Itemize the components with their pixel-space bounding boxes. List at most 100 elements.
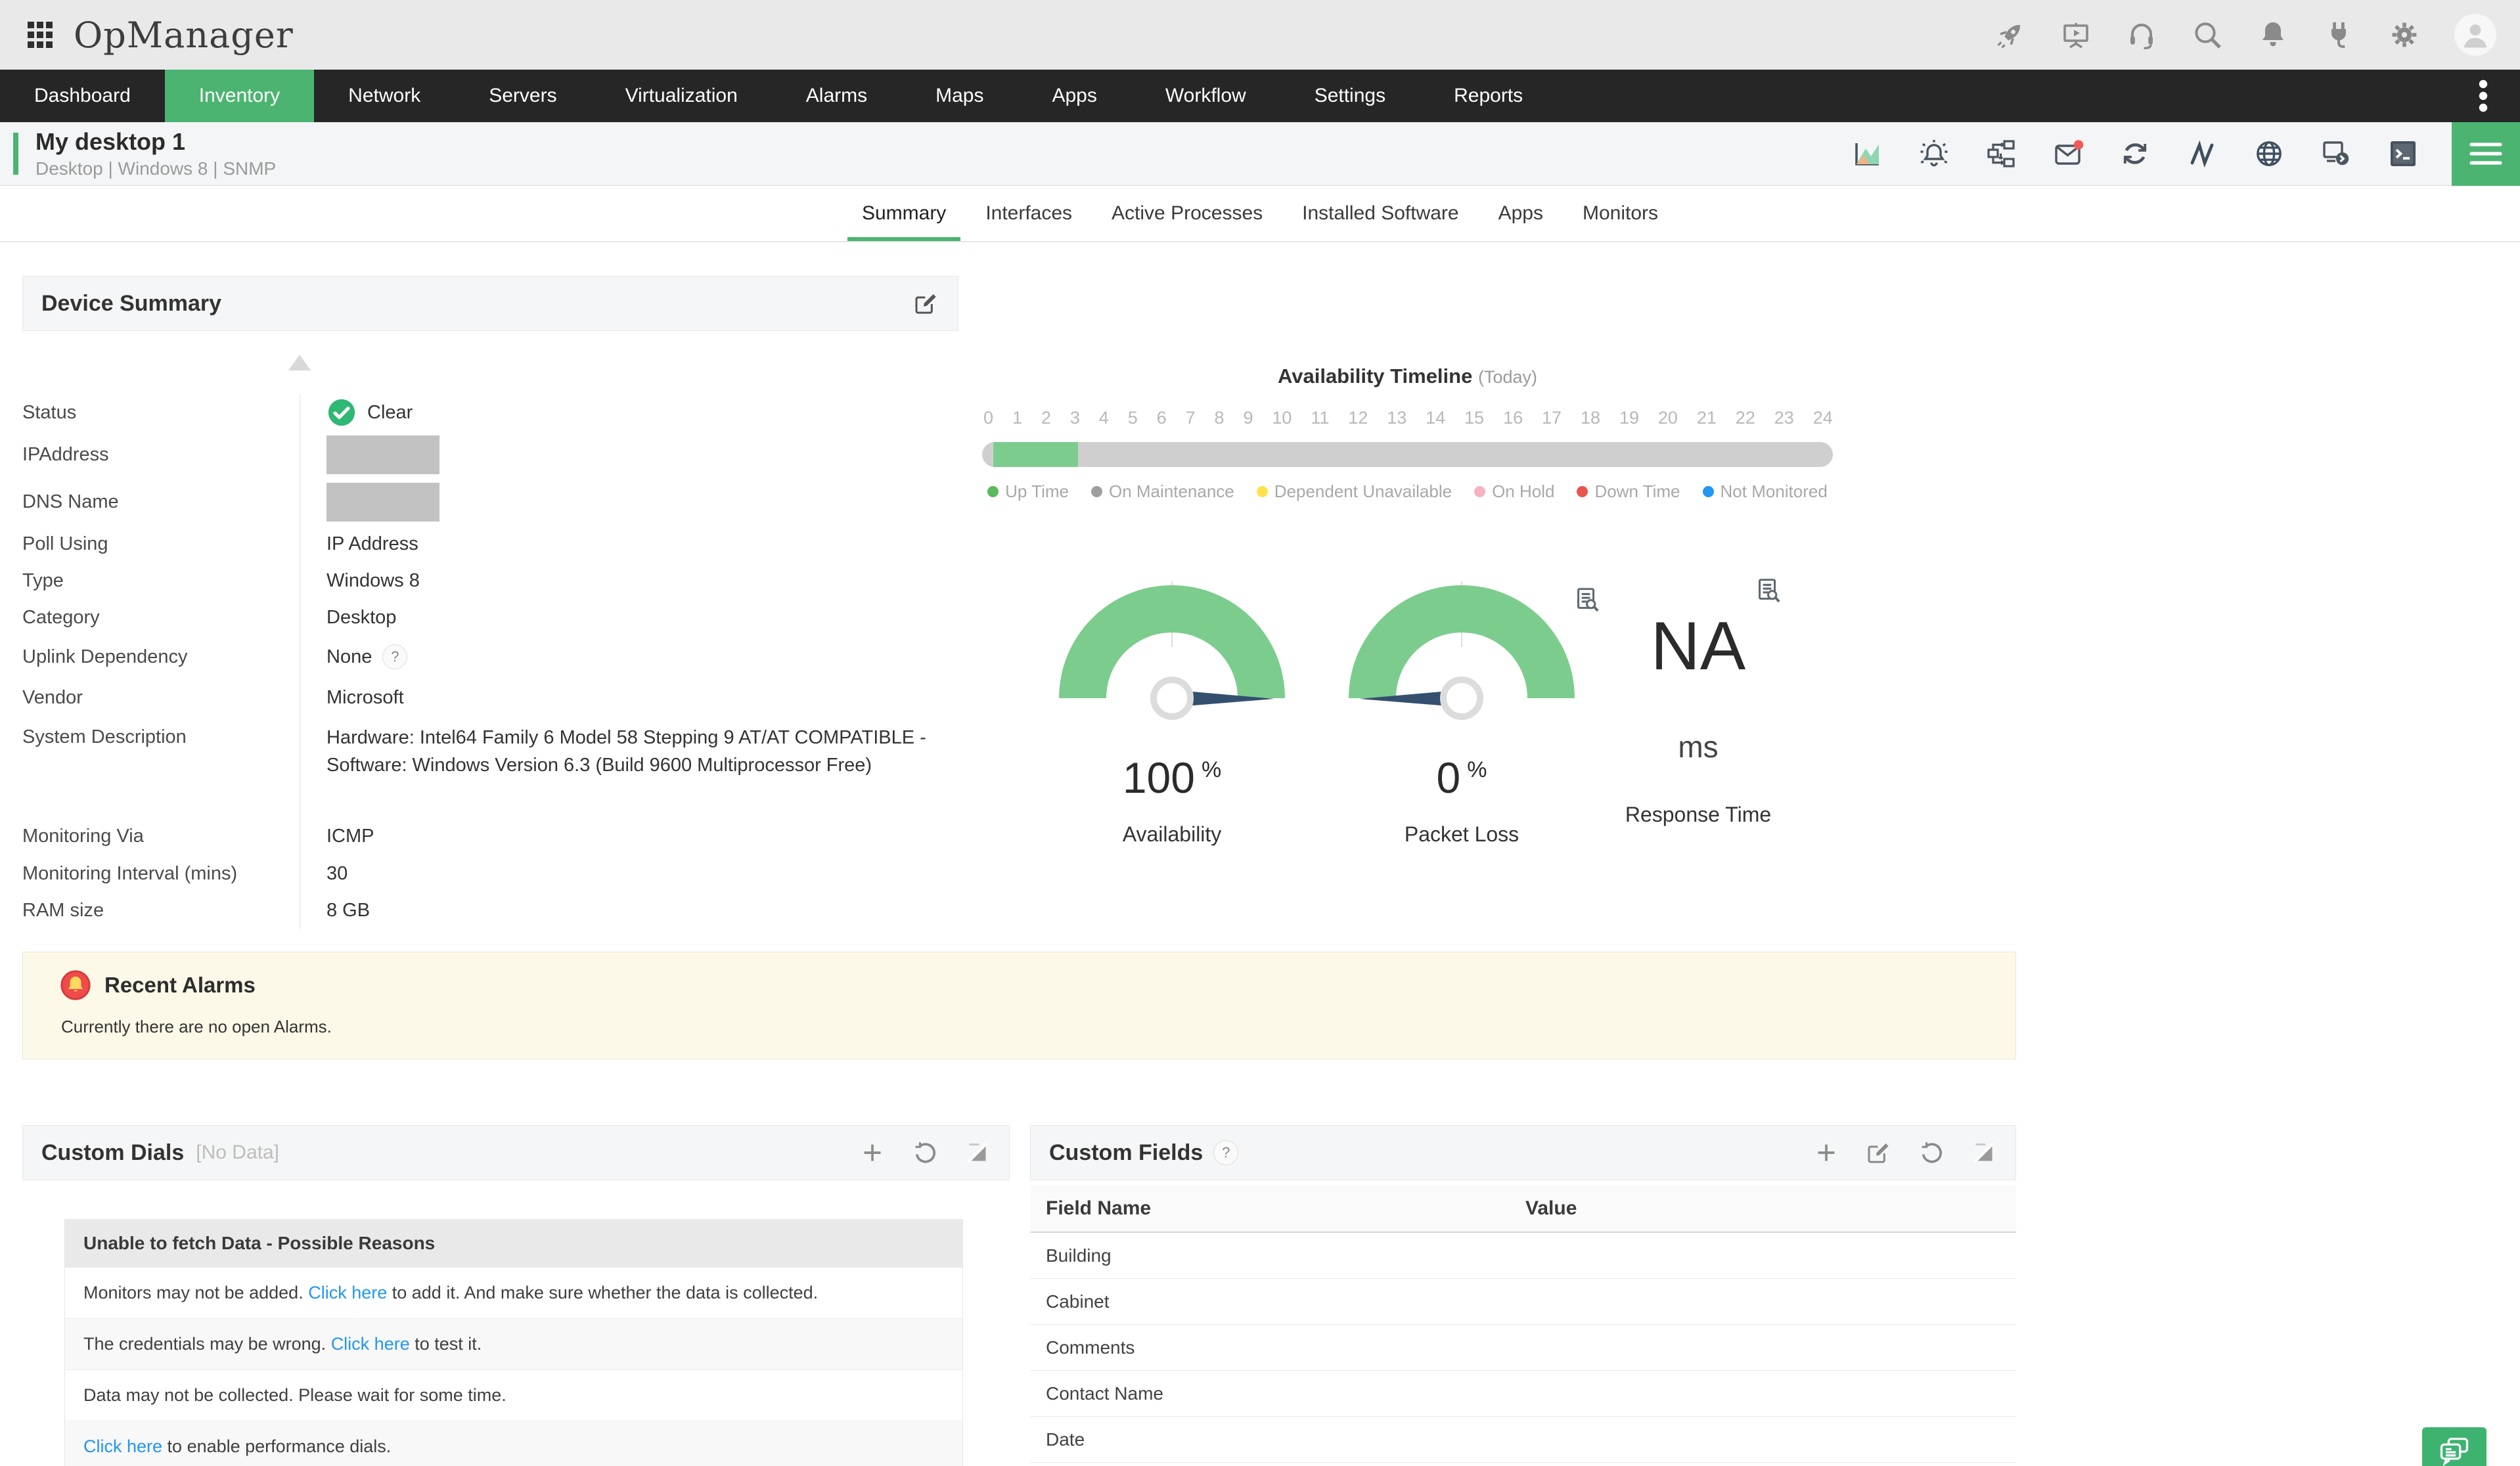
workflow-diagram-icon[interactable] [1985, 138, 2017, 169]
uplink-help-icon[interactable]: ? [382, 644, 408, 669]
nav-tab-inventory[interactable]: Inventory [164, 70, 315, 122]
response-time-widget: NA ms Response Time [1590, 571, 1807, 827]
timeline-tick: 4 [1098, 408, 1109, 428]
timeline-tick: 13 [1387, 408, 1407, 428]
device-summary-panel: Device Summary Status Clear IPAddress DN… [22, 276, 958, 971]
nav-tab-alarms[interactable]: Alarms [772, 70, 901, 122]
availability-label: Availability [1122, 822, 1222, 846]
nav-tab-virtualization[interactable]: Virtualization [591, 70, 772, 122]
timeline-legend: Up Time On Maintenance Dependent Unavail… [982, 481, 1833, 502]
latency-wave-icon[interactable] [2186, 138, 2218, 169]
timeline-tick: 12 [1348, 408, 1368, 428]
nav-overflow-kebab-icon[interactable] [2470, 70, 2496, 122]
terminal-icon[interactable] [2387, 138, 2419, 169]
device-header: My desktop 1 Desktop | Windows 8 | SNMP [0, 122, 2520, 186]
field-label: Category [22, 606, 100, 628]
availability-unit: % [1201, 757, 1222, 782]
collapse-fields-icon[interactable] [1971, 1140, 1997, 1166]
timeline-bar[interactable] [982, 442, 1833, 467]
timeline-tick: 21 [1696, 408, 1717, 428]
nav-tab-network[interactable]: Network [314, 70, 455, 122]
click-here-enable-dials-link[interactable]: Click here [83, 1436, 162, 1456]
device-title: My desktop 1 [35, 128, 186, 156]
nav-tab-dashboard[interactable]: Dashboard [0, 70, 165, 122]
table-row[interactable]: Contact Name [1030, 1371, 2016, 1417]
field-value: Microsoft [326, 686, 404, 708]
add-dial-icon[interactable] [859, 1140, 886, 1166]
custom-fields-help-icon[interactable]: ? [1213, 1140, 1239, 1165]
device-subtabs: Summary Interfaces Active Processes Inst… [0, 186, 2520, 242]
packet-loss-report-icon[interactable] [1571, 585, 1602, 615]
demo-presentation-icon[interactable] [2060, 19, 2092, 51]
timeline-tick: 10 [1272, 408, 1292, 428]
dials-error-row: Click here to enable performance dials. [65, 1421, 962, 1466]
table-row[interactable]: Cabinet [1030, 1279, 2016, 1325]
device-menu-button[interactable] [2452, 122, 2520, 186]
chat-feedback-button[interactable] [2422, 1427, 2486, 1466]
legend-dependent-unavailable: Dependent Unavailable [1256, 481, 1452, 502]
nav-tab-servers[interactable]: Servers [455, 70, 591, 122]
settings-gear-icon[interactable] [2389, 19, 2420, 51]
packet-loss-label: Packet Loss [1404, 822, 1519, 846]
remote-session-icon[interactable] [2320, 138, 2352, 169]
table-row[interactable]: Building [1030, 1233, 2016, 1279]
field-label: IPAddress [22, 443, 109, 465]
web-globe-icon[interactable] [2253, 138, 2285, 169]
table-row[interactable]: Comments [1030, 1325, 2016, 1371]
topbar: OpManager [0, 0, 2520, 70]
nav-tab-apps[interactable]: Apps [1018, 70, 1131, 122]
legend-up-time: Up Time [987, 481, 1069, 502]
support-headset-icon[interactable] [2126, 19, 2157, 51]
subtab-active-processes[interactable]: Active Processes [1092, 186, 1282, 241]
response-time-report-icon[interactable] [1753, 576, 1783, 606]
nav-tab-maps[interactable]: Maps [901, 70, 1018, 122]
rocket-icon[interactable] [1994, 19, 2026, 51]
nav-tab-settings[interactable]: Settings [1280, 70, 1420, 122]
subtab-apps[interactable]: Apps [1479, 186, 1563, 241]
dials-error-row: The credentials may be wrong. Click here… [65, 1319, 962, 1370]
refresh-fields-icon[interactable] [1918, 1140, 1945, 1166]
click-here-add-monitor-link[interactable]: Click here [308, 1283, 387, 1302]
summary-row-interval: Monitoring Interval (mins) 30 [22, 855, 958, 892]
edit-device-icon[interactable] [913, 290, 939, 317]
timeline-segment-uptime [993, 442, 1079, 467]
packet-loss-value: 0% [1436, 753, 1487, 802]
custom-dials-title: Custom Dials [41, 1140, 185, 1165]
timeline-subtitle: (Today) [1477, 367, 1537, 387]
content-area: Device Summary Status Clear IPAddress DN… [0, 242, 2520, 1466]
rediscover-sync-icon[interactable] [2119, 138, 2151, 169]
add-field-icon[interactable] [1813, 1140, 1839, 1166]
legend-dot [1577, 486, 1588, 497]
scroll-up-arrow[interactable] [288, 355, 311, 370]
plugin-icon[interactable] [2323, 19, 2354, 51]
field-value: 30 [326, 862, 348, 884]
legend-down-time: Down Time [1577, 481, 1680, 502]
field-value: ICMP [326, 825, 374, 847]
refresh-dials-icon[interactable] [912, 1140, 938, 1166]
search-icon[interactable] [2192, 19, 2223, 51]
nav-tab-workflow[interactable]: Workflow [1131, 70, 1280, 122]
summary-row-category: Category Desktop [22, 599, 958, 636]
packet-loss-gauge: 0% Packet Loss [1349, 571, 1575, 847]
status-clear-icon [326, 397, 357, 428]
field-label: RAM size [22, 899, 104, 921]
performance-chart-icon[interactable] [1851, 138, 1883, 169]
subtab-installed-software[interactable]: Installed Software [1282, 186, 1478, 241]
notify-mail-icon[interactable] [2052, 138, 2084, 169]
notifications-bell-icon[interactable] [2257, 19, 2289, 51]
device-subtitle: Desktop | Windows 8 | SNMP [35, 158, 277, 179]
timeline-tick: 5 [1127, 408, 1138, 428]
apps-grid-icon[interactable] [24, 19, 55, 51]
dials-error-header: Unable to fetch Data - Possible Reasons [65, 1219, 962, 1268]
subtab-summary[interactable]: Summary [842, 186, 966, 241]
subtab-monitors[interactable]: Monitors [1563, 186, 1678, 241]
alarms-bell-icon[interactable] [1918, 138, 1950, 169]
subtab-interfaces[interactable]: Interfaces [966, 186, 1092, 241]
user-avatar[interactable] [2454, 14, 2496, 56]
nav-tab-reports[interactable]: Reports [1420, 70, 1557, 122]
edit-fields-icon[interactable] [1866, 1140, 1892, 1166]
collapse-dials-icon[interactable] [964, 1140, 991, 1166]
column-value: Value [1525, 1197, 1577, 1219]
table-row[interactable]: Date [1030, 1417, 2016, 1463]
click-here-test-credentials-link[interactable]: Click here [331, 1334, 410, 1354]
